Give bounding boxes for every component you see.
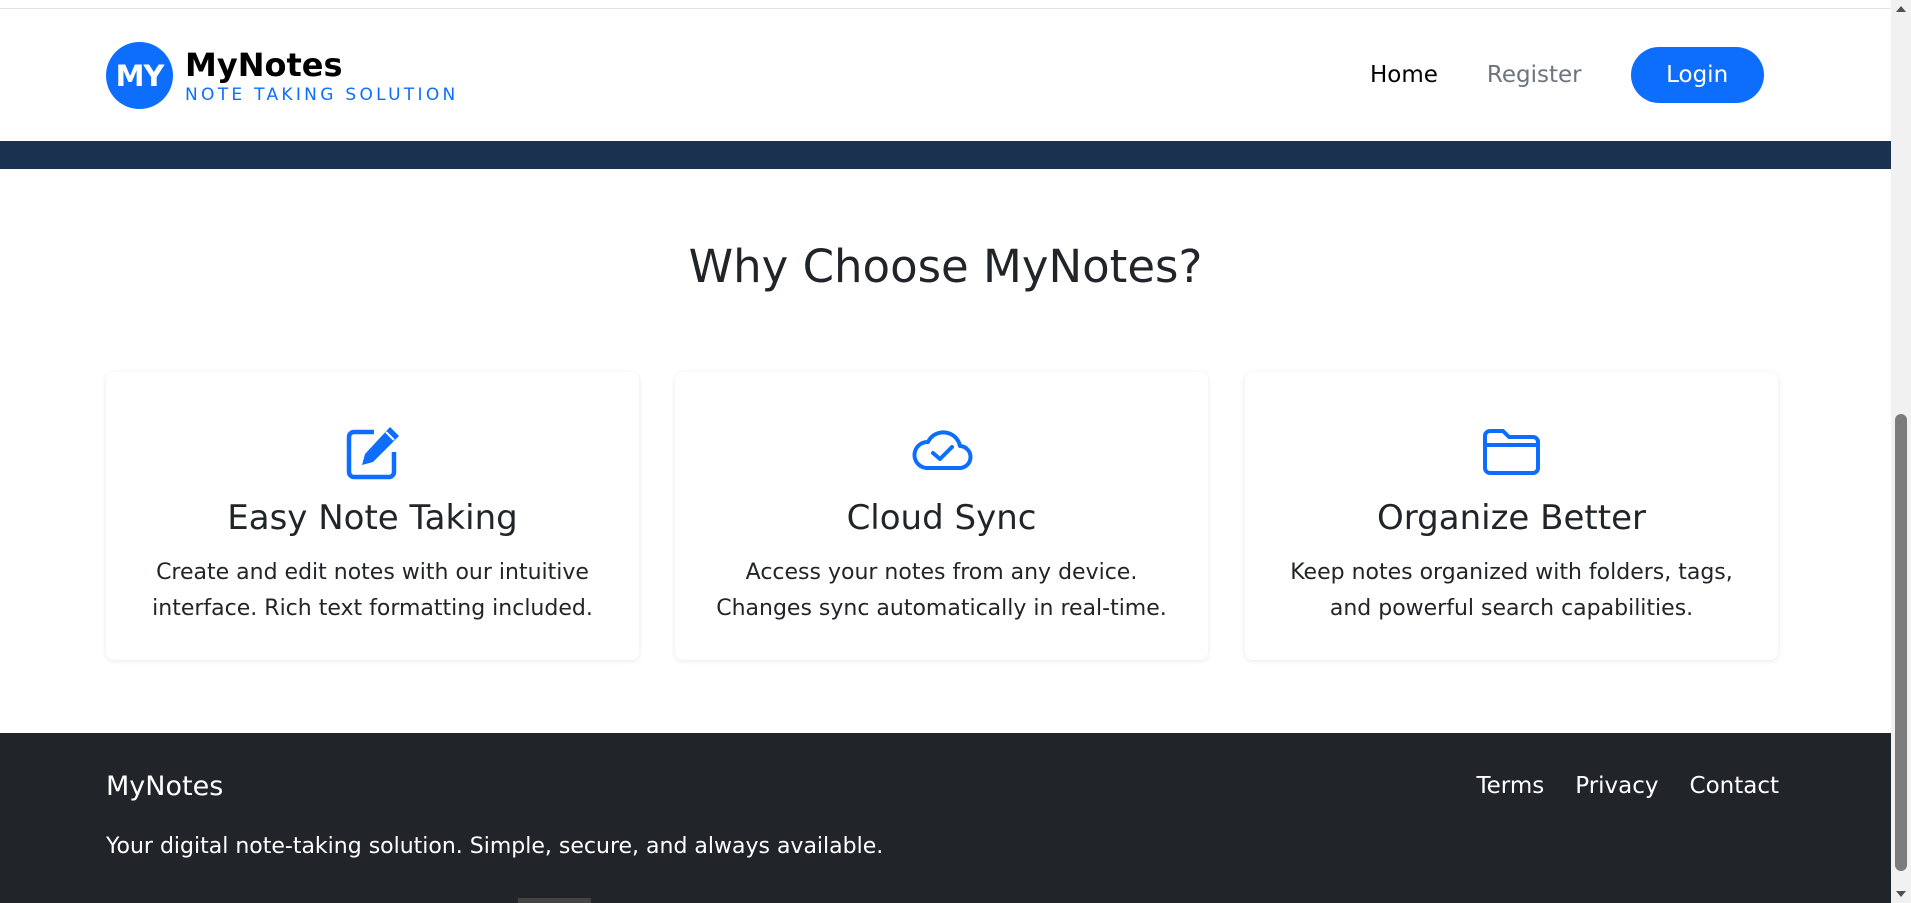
footer-brand: MyNotes — [106, 771, 224, 802]
feature-text: Create and edit notes with our intuitive… — [152, 560, 593, 621]
folder-icon — [1245, 424, 1778, 478]
pencil-square-icon — [106, 424, 639, 482]
hero-section-bottom — [0, 141, 1891, 169]
brand-name: MyNotes — [185, 45, 343, 84]
scroll-down-arrow-icon[interactable] — [1896, 891, 1906, 897]
footer-link-privacy[interactable]: Privacy — [1575, 773, 1658, 799]
feature-title: Easy Note Taking — [227, 498, 518, 538]
feature-card-organize-better: Organize Better Keep notes organized wit… — [1245, 372, 1778, 660]
cloud-check-icon — [675, 424, 1208, 474]
brand-logo[interactable]: MY MyNotes NOTE TAKING SOLUTION — [106, 42, 459, 109]
footer-scroll-hint — [518, 898, 591, 903]
login-button[interactable]: Login — [1630, 47, 1764, 103]
footer-link-terms[interactable]: Terms — [1477, 773, 1545, 799]
footer-links: Terms Privacy Contact — [1446, 773, 1780, 799]
navbar: MY MyNotes NOTE TAKING SOLUTION Home Reg… — [0, 9, 1891, 141]
scroll-up-arrow-icon[interactable] — [1896, 6, 1906, 12]
vertical-scrollbar[interactable] — [1891, 0, 1911, 903]
page-viewport: MY MyNotes NOTE TAKING SOLUTION Home Reg… — [0, 0, 1891, 903]
feature-title: Organize Better — [1377, 498, 1646, 538]
feature-card-easy-note-taking: Easy Note Taking Create and edit notes w… — [106, 372, 639, 660]
feature-text: Keep notes organized with folders, tags,… — [1290, 560, 1733, 621]
feature-text: Access your notes from any device. Chang… — [716, 560, 1167, 621]
footer: MyNotes Your digital note-taking solutio… — [0, 733, 1891, 903]
nav-register-link[interactable]: Register — [1487, 62, 1582, 88]
nav-home-link[interactable]: Home — [1370, 62, 1438, 88]
footer-description: Your digital note-taking solution. Simpl… — [106, 834, 884, 859]
features-title: Why Choose MyNotes? — [688, 240, 1203, 293]
brand-text: MyNotes NOTE TAKING SOLUTION — [185, 47, 459, 105]
feature-title: Cloud Sync — [846, 498, 1037, 538]
feature-card-cloud-sync: Cloud Sync Access your notes from any de… — [675, 372, 1208, 660]
main-nav: Home Register Login — [1370, 47, 1764, 103]
brand-badge: MY — [106, 42, 173, 109]
brand-tagline: NOTE TAKING SOLUTION — [185, 84, 459, 105]
footer-link-contact[interactable]: Contact — [1690, 773, 1779, 799]
scrollbar-thumb[interactable] — [1895, 414, 1907, 871]
